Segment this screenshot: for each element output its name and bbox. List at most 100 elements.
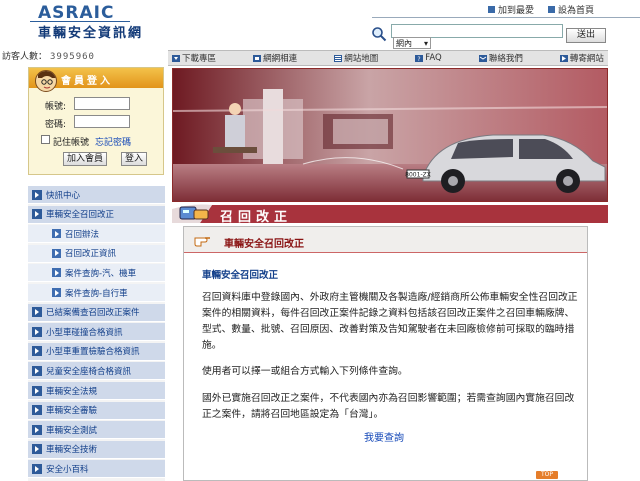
avatar-icon xyxy=(35,70,57,92)
play-arrow-icon xyxy=(32,307,42,318)
play-arrow-icon xyxy=(32,326,42,337)
header: ASRAIC 車輛安全資訊網 加到最愛 設為首頁 網內 ▾ 送出 xyxy=(0,0,640,50)
article-title: 車輛安全召回改正 xyxy=(202,270,279,281)
sidebar-item-label: 兒童安全座椅合格資訊 xyxy=(46,366,132,377)
right-margin xyxy=(608,66,640,481)
sidebar-item[interactable]: 案件查詢-汽、機車 xyxy=(28,264,165,283)
sidebar-item[interactable]: 召回辦法 xyxy=(28,225,165,244)
chevron-down-icon: ▾ xyxy=(423,38,428,48)
visitor-label: 訪客人數： xyxy=(2,52,48,62)
sidebar-item[interactable]: 已結案備查召回改正案件 xyxy=(28,303,165,322)
sidebar-item[interactable]: 兒童安全座椅合格資訊 xyxy=(28,362,165,381)
set-homepage-link[interactable]: 設為首頁 xyxy=(548,3,594,16)
play-arrow-icon xyxy=(52,229,61,239)
mail-icon xyxy=(478,54,487,62)
svg-text:?: ? xyxy=(418,56,421,62)
visitor-count: 3995960 xyxy=(50,52,95,62)
play-arrow-icon xyxy=(32,209,42,220)
site-name: 車輛安全資訊網 xyxy=(38,26,144,41)
add-favorite-label: 加到最愛 xyxy=(498,6,535,16)
login-title: 會員登入 xyxy=(61,76,113,87)
sidebar-menu: 快訊中心車輛安全召回改正召回辦法召回改正資訊案件查詢-汽、機車案件查詢-自行車已… xyxy=(28,186,165,481)
sidebar-item[interactable]: 案件查詢-自行車 xyxy=(28,284,165,302)
sidebar-item-label: 車輛安全法規 xyxy=(46,386,98,397)
play-arrow-icon xyxy=(32,346,42,357)
forgot-password-link[interactable]: 忘記密碼 xyxy=(95,135,131,148)
nav-faq[interactable]: ? FAQ xyxy=(415,53,442,63)
visitor-counter: 訪客人數： 3995960 xyxy=(0,49,168,65)
sitemap-icon xyxy=(334,54,343,62)
play-arrow-icon xyxy=(52,248,61,258)
search-input[interactable] xyxy=(391,24,563,38)
sidebar-item[interactable]: 快訊中心 xyxy=(28,186,165,204)
sidebar-item[interactable]: 車輛安全測試 xyxy=(28,421,165,440)
download-icon xyxy=(172,54,180,62)
query-link[interactable]: 我要查詢 xyxy=(364,429,404,444)
sidebar-item[interactable]: 車輛安全審驗 xyxy=(28,401,165,420)
utility-nav: 下載專區 網網相連 網站地圖 ? FAQ 聯絡我們 轉寄網站 xyxy=(168,50,608,66)
nav-contact[interactable]: 聯絡我們 xyxy=(478,52,523,64)
play-arrow-icon xyxy=(52,268,61,278)
sidebar-item-label: 車輛安全審驗 xyxy=(46,406,98,417)
password-input[interactable] xyxy=(74,115,130,128)
sidebar-item[interactable]: 車輛安全召回改正 xyxy=(28,205,165,224)
sidebar-item[interactable]: 安全小百科 xyxy=(28,460,165,479)
sidebar-item-label: 車輛安全測試 xyxy=(46,425,98,436)
nav-download-label: 下載專區 xyxy=(182,54,217,64)
sidebar-item-label: 召回改正資訊 xyxy=(65,249,117,260)
password-label: 密碼: xyxy=(45,120,67,130)
nav-sitemap[interactable]: 網站地圖 xyxy=(334,52,378,64)
play-arrow-icon xyxy=(32,385,42,396)
play-arrow-icon xyxy=(32,365,42,376)
play-arrow-icon xyxy=(32,463,42,474)
nav-download[interactable]: 下載專區 xyxy=(172,52,216,64)
sidebar-item[interactable]: 車輛安全法規 xyxy=(28,382,165,400)
login-button[interactable]: 登入 xyxy=(121,152,147,166)
set-homepage-label: 設為首頁 xyxy=(558,6,595,16)
sidebar-item-label: 已結案備查召回改正案件 xyxy=(46,308,140,319)
square-bullet-icon xyxy=(488,6,495,13)
sidebar-item-label: 快訊中心 xyxy=(46,190,81,201)
sidebar-item-label: 召回辦法 xyxy=(65,229,100,240)
sidebar-item-label: 小型車碰撞合格資訊 xyxy=(46,327,123,338)
section-title: 召回改正 xyxy=(220,210,293,225)
sidebar-item-label: 車輛安全技術 xyxy=(46,445,98,456)
nav-links[interactable]: 網網相連 xyxy=(253,52,297,64)
back-to-top-button[interactable]: TOP xyxy=(536,471,558,479)
add-favorite-link[interactable]: 加到最愛 xyxy=(488,3,534,16)
member-login-box: 會員登入 帳號: 密碼: 記住帳號 忘記密碼 加入會員 登入 xyxy=(28,67,164,175)
search-submit-button[interactable]: 送出 xyxy=(566,28,606,43)
play-arrow-icon xyxy=(32,444,42,455)
site-logo[interactable]: ASRAIC xyxy=(38,3,114,23)
play-arrow-icon xyxy=(52,288,61,297)
sidebar-item[interactable]: 車輛安全技術 xyxy=(28,440,165,459)
remember-checkbox[interactable] xyxy=(41,135,50,144)
section-title-bar: 召回改正 xyxy=(172,203,608,225)
nav-forward-label: 轉寄網站 xyxy=(569,54,604,64)
link-icon xyxy=(253,54,262,62)
nav-faq-label: FAQ xyxy=(425,53,442,63)
forward-icon xyxy=(559,54,568,62)
banner-image: 8001-ZX xyxy=(172,68,608,202)
sidebar-item-label: 小型車重置檢驗合格資訊 xyxy=(46,347,140,358)
faq-icon: ? xyxy=(415,54,424,62)
account-input[interactable] xyxy=(74,97,130,110)
join-member-button[interactable]: 加入會員 xyxy=(63,152,107,166)
play-arrow-icon xyxy=(32,424,42,435)
sidebar-item[interactable]: 召回改正資訊 xyxy=(28,244,165,263)
magnifier-icon xyxy=(372,27,387,42)
sidebar-item[interactable]: 小型車重置檢驗合格資訊 xyxy=(28,342,165,361)
square-bullet-icon xyxy=(548,6,555,13)
panel-title: 車輛安全召回改正 xyxy=(224,239,304,250)
remember-label: 記住帳號 xyxy=(53,138,90,148)
nav-sitemap-label: 網站地圖 xyxy=(344,54,379,64)
nav-links-label: 網網相連 xyxy=(263,54,298,64)
pointing-hand-icon xyxy=(194,237,210,247)
nav-contact-label: 聯絡我們 xyxy=(488,54,523,64)
search-scope-value: 網內 xyxy=(396,38,412,48)
search-scope-select[interactable]: 網內 ▾ xyxy=(393,37,431,49)
sidebar-item-label: 案件查詢-自行車 xyxy=(65,288,128,299)
nav-forward[interactable]: 轉寄網站 xyxy=(559,52,604,64)
account-label: 帳號: xyxy=(45,102,67,112)
sidebar-item[interactable]: 小型車碰撞合格資訊 xyxy=(28,323,165,342)
